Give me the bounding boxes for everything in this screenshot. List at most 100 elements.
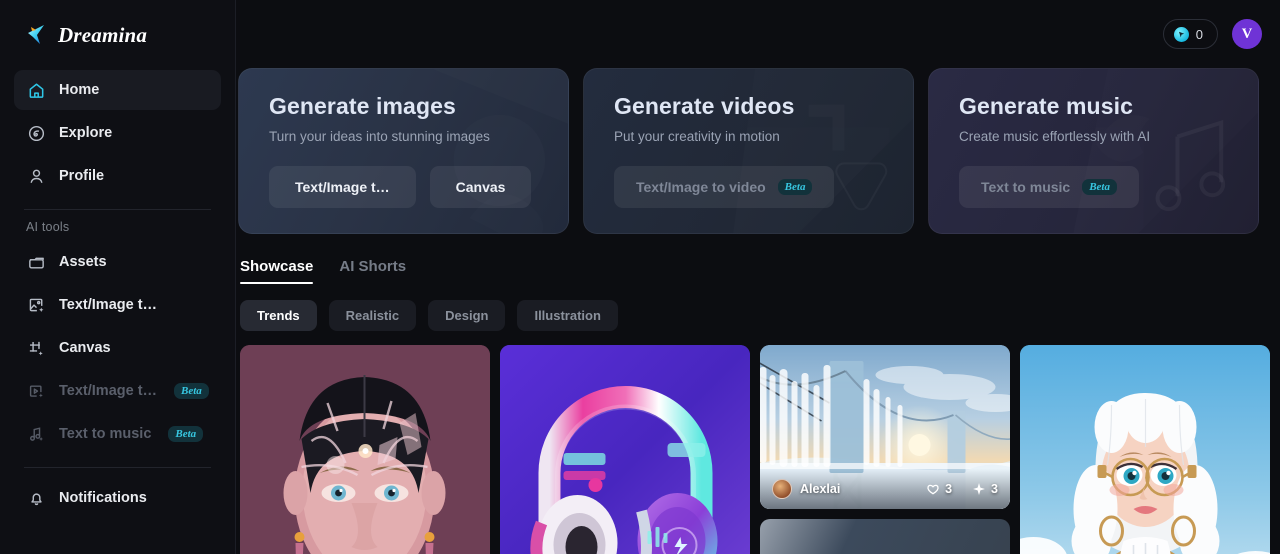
beta-badge: Beta bbox=[1082, 178, 1117, 196]
filter-chip-illustration[interactable]: Illustration bbox=[517, 300, 618, 331]
filter-chip-design[interactable]: Design bbox=[428, 300, 506, 331]
sparkle-icon bbox=[973, 483, 985, 495]
hero-card-generate-images: Generate images Turn your ideas into stu… bbox=[238, 68, 569, 234]
tab-label: AI Shorts bbox=[339, 258, 407, 275]
sidebar-item-label: Assets bbox=[59, 254, 107, 270]
chip-label: Realistic bbox=[345, 308, 400, 323]
gallery-column bbox=[500, 345, 750, 554]
artwork-chrome-portrait bbox=[240, 345, 490, 554]
person-icon bbox=[26, 166, 46, 186]
avatar[interactable]: V bbox=[1232, 19, 1262, 49]
like-stat[interactable]: 3 bbox=[926, 482, 952, 496]
sidebar-section-label: AI tools bbox=[26, 220, 70, 234]
sidebar-item-explore[interactable]: Explore bbox=[14, 113, 221, 153]
like-count: 3 bbox=[945, 482, 953, 496]
sidebar-item-assets[interactable]: Assets bbox=[14, 242, 221, 282]
hero-subtitle: Put your creativity in motion bbox=[614, 129, 780, 144]
sidebar-item-canvas[interactable]: Canvas bbox=[14, 328, 221, 368]
sidebar-item-label: Canvas bbox=[59, 340, 111, 356]
hero-buttons: Text/Image to video Beta bbox=[614, 166, 887, 208]
gallery-card[interactable]: Alexlai 3 3 bbox=[760, 345, 1010, 509]
brand-name: Dreamina bbox=[58, 22, 148, 47]
artwork-neon-headphones bbox=[500, 345, 750, 554]
sidebar-item-label: Text to music bbox=[59, 426, 152, 442]
hero-button-label: Text/Image t… bbox=[295, 179, 390, 195]
chip-label: Design bbox=[445, 308, 489, 323]
hero-button-label: Text/Image to video bbox=[636, 179, 766, 195]
sidebar-item-text-image-to-image[interactable]: Text/Image t… bbox=[14, 285, 221, 325]
sidebar-item-notifications[interactable]: Notifications bbox=[14, 478, 221, 518]
sidebar-item-label: Home bbox=[59, 82, 100, 98]
hero-button-label: Text to music bbox=[981, 179, 1071, 195]
sidebar-item-label: Text/Image t… bbox=[59, 383, 158, 399]
filter-chip-row: Trends Realistic Design Illustration bbox=[238, 284, 1270, 331]
hero-subtitle: Create music effortlessly with AI bbox=[959, 129, 1151, 144]
hero-card-row: Generate images Turn your ideas into stu… bbox=[238, 68, 1270, 234]
avatar-initial: V bbox=[1241, 25, 1253, 42]
artwork-meta-overlay: Alexlai 3 3 bbox=[760, 469, 1010, 509]
hero-card-generate-videos: Generate videos Put your creativity in m… bbox=[583, 68, 914, 234]
video-sparkle-icon bbox=[26, 381, 46, 401]
folder-icon bbox=[26, 252, 46, 272]
bell-icon bbox=[26, 488, 46, 508]
artwork-white-haired-girl bbox=[1020, 345, 1270, 554]
sidebar-divider-bottom bbox=[24, 467, 211, 468]
hero-card-generate-music: Generate music Create music effortlessly… bbox=[928, 68, 1259, 234]
sidebar-item-label: Text/Image t… bbox=[59, 297, 158, 313]
remix-stat[interactable]: 3 bbox=[972, 482, 998, 496]
sidebar-divider-top bbox=[24, 209, 211, 210]
hero-button-canvas[interactable]: Canvas bbox=[429, 166, 532, 208]
hero-buttons: Text to music Beta bbox=[959, 166, 1232, 208]
sidebar-item-text-to-music[interactable]: Text to music Beta bbox=[14, 414, 221, 454]
beta-badge: Beta bbox=[777, 178, 813, 196]
hero-button-text-image-to-image[interactable]: Text/Image t… bbox=[269, 166, 416, 208]
hero-button-label: Canvas bbox=[455, 179, 506, 195]
sidebar-item-home[interactable]: Home bbox=[14, 70, 221, 110]
credits-value: 0 bbox=[1195, 26, 1203, 42]
showcase-gallery: Alexlai 3 3 bbox=[238, 331, 1270, 554]
music-sparkle-icon bbox=[26, 424, 46, 444]
gallery-card[interactable] bbox=[1020, 345, 1270, 554]
content-area: Generate images Turn your ideas into stu… bbox=[236, 68, 1280, 554]
author-name: Alexlai bbox=[800, 482, 841, 496]
credit-coin-icon bbox=[1173, 26, 1189, 42]
remix-count: 3 bbox=[991, 482, 998, 496]
chip-label: Trends bbox=[257, 308, 300, 323]
compass-icon bbox=[26, 123, 46, 143]
chip-label: Illustration bbox=[534, 308, 601, 323]
sidebar-item-profile[interactable]: Profile bbox=[14, 156, 221, 196]
filter-chip-trends[interactable]: Trends bbox=[240, 300, 317, 331]
tab-ai-shorts[interactable]: AI Shorts bbox=[339, 258, 406, 284]
beta-badge: Beta bbox=[168, 425, 204, 443]
sidebar-item-label: Explore bbox=[59, 125, 113, 141]
artwork-dark-blue-gradient bbox=[760, 519, 1010, 554]
canvas-frame-icon bbox=[26, 338, 46, 358]
top-bar: 0 V bbox=[236, 0, 1280, 68]
brand-logo[interactable]: Dreamina bbox=[14, 0, 221, 70]
dreamina-star-logo-icon bbox=[24, 22, 50, 48]
hero-subtitle: Turn your ideas into stunning images bbox=[269, 129, 490, 144]
main-content: 0 V Generate images Turn your ideas into… bbox=[236, 0, 1280, 554]
tab-showcase[interactable]: Showcase bbox=[240, 258, 314, 284]
sidebar-item-text-image-to-video[interactable]: Text/Image t… Beta bbox=[14, 371, 221, 411]
credits-badge[interactable]: 0 bbox=[1162, 19, 1218, 49]
sidebar-item-label: Profile bbox=[59, 168, 105, 184]
hero-button-text-to-music[interactable]: Text to music Beta bbox=[959, 166, 1139, 208]
gallery-card[interactable] bbox=[500, 345, 750, 554]
sidebar-item-label: Notifications bbox=[59, 490, 147, 506]
gallery-card[interactable] bbox=[760, 519, 1010, 554]
author-avatar bbox=[772, 479, 792, 499]
hero-title: Generate music bbox=[959, 93, 1133, 119]
image-sparkle-icon bbox=[26, 295, 46, 315]
gallery-card[interactable] bbox=[240, 345, 490, 554]
gallery-column bbox=[240, 345, 490, 554]
app-root: Dreamina Home Explore Profile AI tools A… bbox=[0, 0, 1280, 554]
hero-title: Generate videos bbox=[614, 93, 795, 119]
heart-icon bbox=[927, 484, 939, 495]
gallery-column: Alexlai 3 3 bbox=[760, 345, 1010, 554]
hero-title: Generate images bbox=[269, 93, 456, 119]
home-icon bbox=[26, 80, 46, 100]
hero-button-text-image-to-video[interactable]: Text/Image to video Beta bbox=[614, 166, 835, 208]
filter-chip-realistic[interactable]: Realistic bbox=[328, 300, 417, 331]
tab-label: Showcase bbox=[240, 258, 314, 275]
